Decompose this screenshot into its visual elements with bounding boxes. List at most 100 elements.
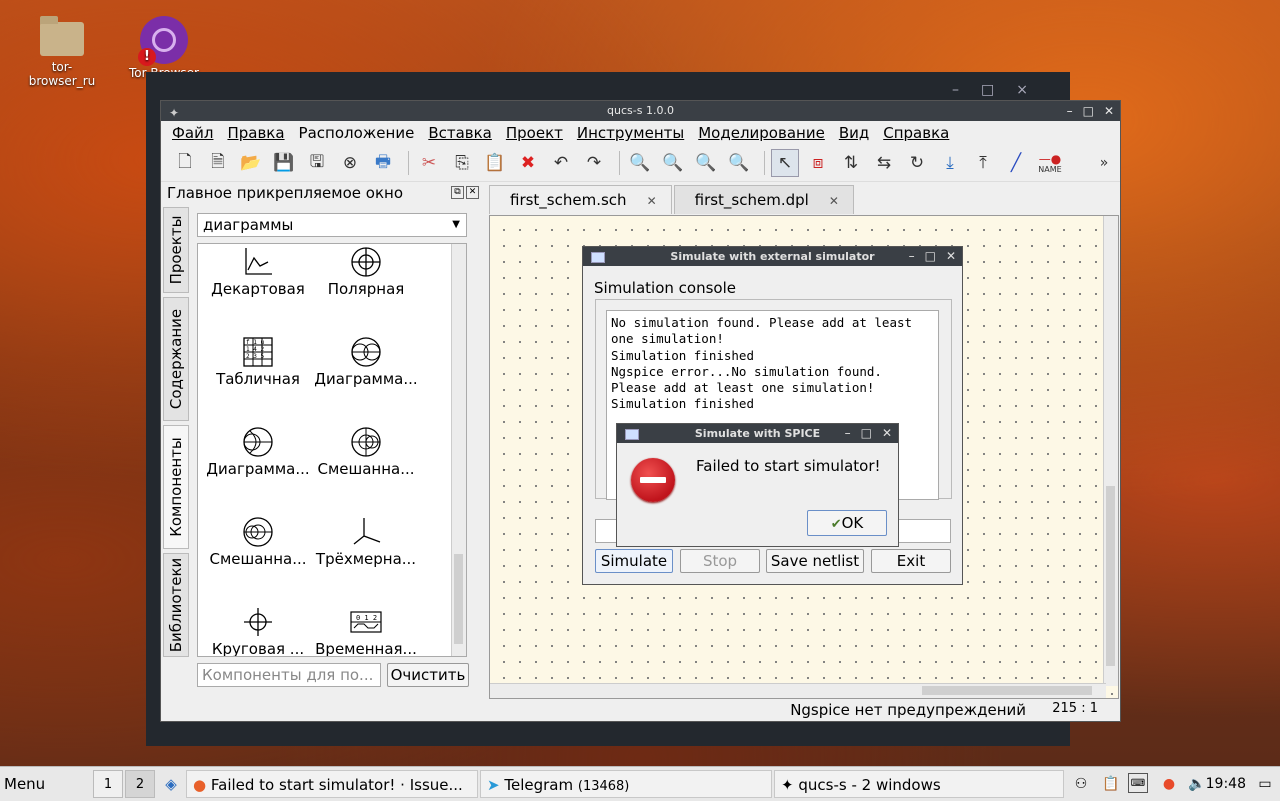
task-telegram[interactable]: ➤ Telegram (13468) <box>480 770 772 798</box>
clear-button[interactable]: Очистить <box>387 663 469 687</box>
menu-help[interactable]: Справка <box>876 124 956 142</box>
rotate-icon[interactable]: ↻ <box>903 149 931 177</box>
tab-contents[interactable]: Содержание <box>163 297 189 421</box>
save-icon[interactable]: 💾 <box>270 149 298 177</box>
menu-file[interactable]: Файл <box>165 124 220 142</box>
go-up-icon[interactable]: ⤒ <box>969 149 997 177</box>
undo-icon[interactable]: ↶ <box>547 149 575 177</box>
list-item-admittance-diagram[interactable]: Диаграмма... <box>198 424 318 478</box>
close-icon[interactable]: ✕ <box>946 247 956 266</box>
workspace-2[interactable]: 2 <box>125 770 155 798</box>
close-tab-icon[interactable]: ✕ <box>829 194 839 208</box>
tab-first-schem-sch[interactable]: first_schem.sch ✕ <box>489 185 672 214</box>
new-text-icon[interactable]: 🗎 <box>204 149 232 177</box>
minimize-icon[interactable]: – <box>1067 101 1073 121</box>
wire-icon[interactable]: ╱ <box>1002 149 1030 177</box>
canvas-vertical-scrollbar[interactable] <box>1103 216 1118 686</box>
zoom-in-icon[interactable]: 🔍 <box>692 149 720 177</box>
zoom-out-icon[interactable]: 🔍 <box>725 149 753 177</box>
toolbar-overflow-icon[interactable]: » <box>1090 149 1118 177</box>
show-desktop-icon[interactable]: ▭ <box>1254 773 1276 795</box>
list-item-3d[interactable]: Трёхмерна... <box>306 514 426 568</box>
menu-positioning[interactable]: Расположение <box>292 124 422 142</box>
go-into-icon[interactable]: ⤓ <box>936 149 964 177</box>
dialog-titlebar[interactable]: Simulate with SPICE – □ ✕ <box>617 424 898 443</box>
save-all-icon[interactable]: 🖫 <box>303 149 331 177</box>
menu-view[interactable]: Вид <box>832 124 876 142</box>
open-folder-icon[interactable]: 📂 <box>237 149 265 177</box>
tab-projects[interactable]: Проекты <box>163 207 189 293</box>
minimize-icon[interactable]: – <box>909 247 915 266</box>
new-file-icon[interactable]: 🗋 <box>171 149 199 177</box>
copy-icon[interactable]: ⎘ <box>448 149 476 177</box>
tab-libraries[interactable]: Библиотеки <box>163 553 189 657</box>
maximize-icon[interactable]: □ <box>861 424 872 443</box>
clipboard-icon[interactable]: 📋 <box>1100 773 1122 795</box>
save-netlist-button[interactable]: Save netlist <box>766 549 864 573</box>
menu-edit[interactable]: Правка <box>220 124 291 142</box>
menu-tools[interactable]: Инструменты <box>570 124 691 142</box>
toolbar-separator <box>619 151 620 175</box>
scrollbar-thumb[interactable] <box>1106 486 1115 666</box>
simulate-button[interactable]: Simulate <box>595 549 673 573</box>
delete-icon[interactable]: ✖ <box>514 149 542 177</box>
maximize-icon[interactable]: □ <box>925 247 936 266</box>
task-firefox[interactable]: ● Failed to start simulator! · Issue... <box>186 770 478 798</box>
list-item-polar[interactable]: Полярная <box>306 244 426 298</box>
scrollbar-thumb[interactable] <box>922 686 1092 695</box>
component-search-input[interactable]: Компоненты для по... <box>197 663 381 687</box>
exit-button[interactable]: Exit <box>871 549 951 573</box>
list-item-smith-diagram[interactable]: Диаграмма... <box>306 334 426 388</box>
desktop-icon-tor-browser[interactable]: ! Tor Browser <box>122 16 206 80</box>
edit-component-icon[interactable]: ⧈ <box>804 149 832 177</box>
list-item-locus[interactable]: Круговая ... <box>198 604 318 656</box>
minimize-icon[interactable]: – <box>845 424 851 443</box>
list-item-timing[interactable]: 0 1 2 Временная... <box>306 604 426 656</box>
stop-button[interactable]: Stop <box>680 549 760 573</box>
polar-diagram-icon <box>306 244 426 280</box>
mirror-icon[interactable]: ⇅ <box>837 149 865 177</box>
zoom-fit-icon[interactable]: 🔍 <box>626 149 654 177</box>
dock-float-icon[interactable]: ⧉ <box>451 186 464 199</box>
close-icon[interactable]: ✕ <box>1104 101 1114 121</box>
network-icon[interactable]: ⚇ <box>1070 773 1092 795</box>
canvas-horizontal-scrollbar[interactable] <box>490 683 1106 698</box>
component-category-select[interactable]: диаграммы ▼ <box>197 213 467 237</box>
notification-icon[interactable]: ● <box>1158 773 1180 795</box>
zoom-1-icon[interactable]: 🔍 <box>659 149 687 177</box>
toolbar-separator <box>764 151 765 175</box>
window-titlebar[interactable]: ✦ qucs-s 1.0.0 – □ ✕ <box>161 101 1120 121</box>
dock-close-icon[interactable]: ✕ <box>466 186 479 199</box>
select-pointer-icon[interactable]: ↖ <box>771 149 799 177</box>
menu-project[interactable]: Проект <box>499 124 570 142</box>
menu-insert[interactable]: Вставка <box>421 124 499 142</box>
component-list-scrollbar[interactable] <box>451 244 466 656</box>
ok-button[interactable]: ✔OK <box>807 510 887 536</box>
list-item-tabular[interactable]: f 1 u1 4 22 3 5 Табличная <box>198 334 318 388</box>
list-item-mixed-1[interactable]: Смешанна... <box>306 424 426 478</box>
close-icon[interactable]: ✕ <box>882 424 892 443</box>
tab-first-schem-dpl[interactable]: first_schem.dpl ✕ <box>673 185 854 214</box>
menu-simulation[interactable]: Моделирование <box>691 124 832 142</box>
desktop-icon-tor-browser-ru[interactable]: tor- browser_ru <box>22 16 102 88</box>
redo-icon[interactable]: ↷ <box>580 149 608 177</box>
maximize-icon[interactable]: □ <box>1083 101 1094 121</box>
app-launcher-icon[interactable]: ◈ <box>158 770 184 798</box>
close-tab-icon[interactable]: ✕ <box>647 194 657 208</box>
dialog-titlebar[interactable]: Simulate with external simulator – □ ✕ <box>583 247 962 266</box>
task-qucs[interactable]: ✦ qucs-s - 2 windows <box>774 770 1064 798</box>
rotate-mirror-icon[interactable]: ⇆ <box>870 149 898 177</box>
list-item-mixed-2[interactable]: Смешанна... <box>198 514 318 568</box>
scrollbar-thumb[interactable] <box>454 554 463 644</box>
keyboard-icon[interactable]: ⌨ <box>1128 773 1148 793</box>
start-menu-button[interactable]: Menu <box>4 770 84 798</box>
tab-components[interactable]: Компоненты <box>163 425 189 549</box>
print-icon[interactable]: 🖶 <box>369 149 397 177</box>
list-item-cartesian[interactable]: Декартовая <box>198 244 318 298</box>
svg-text:f 1 u: f 1 u <box>246 339 264 346</box>
cut-icon[interactable]: ✂ <box>415 149 443 177</box>
workspace-1[interactable]: 1 <box>93 770 123 798</box>
paste-icon[interactable]: 📋 <box>481 149 509 177</box>
wire-label-icon[interactable]: —● NAME <box>1035 149 1065 177</box>
close-document-icon[interactable]: ⊗ <box>336 149 364 177</box>
